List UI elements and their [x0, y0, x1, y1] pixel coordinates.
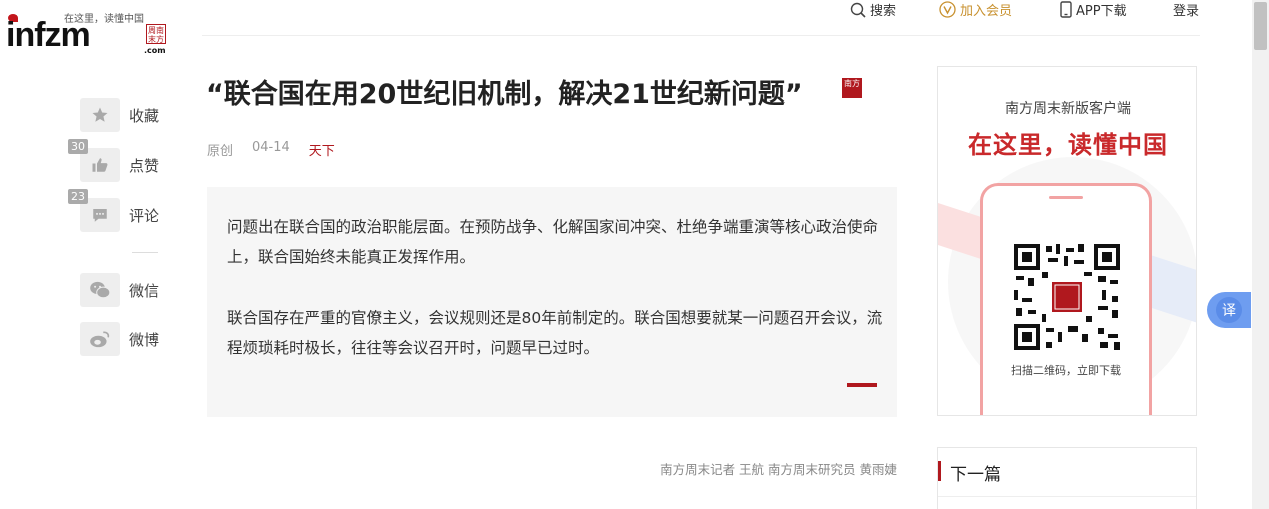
header-divider — [202, 35, 1200, 36]
comment-label: 评论 — [129, 206, 160, 225]
favorite-button[interactable]: 收藏 — [80, 98, 170, 132]
article-summary: 问题出在联合国的政治职能层面。在预防战争、化解国家间冲突、杜绝争端重演等核心政治… — [207, 187, 897, 417]
phone-speaker — [1049, 196, 1083, 199]
summary-accent-bar — [847, 383, 877, 387]
article-channel-tag[interactable]: 天下 — [309, 140, 335, 159]
login-label: 登录 — [1173, 4, 1200, 19]
translate-icon: 译 — [1216, 297, 1242, 323]
favorite-label: 收藏 — [129, 106, 160, 125]
ad-title: 南方周末新版客户端 — [1005, 101, 1131, 117]
logo-domain: .com — [144, 46, 166, 55]
search-icon — [850, 2, 866, 18]
thumbs-up-icon — [92, 158, 108, 172]
app-download-ad[interactable]: 南方周末新版客户端 在这里，读懂中国 扫描二维码，立即下载 — [937, 66, 1197, 416]
article-byline: 南方周末记者 王航 南方周末研究员 黄雨婕 — [660, 462, 897, 477]
share-divider — [132, 252, 158, 253]
qr-caption: 扫描二维码，立即下载 — [1011, 364, 1121, 377]
article-date: 04-14 — [252, 140, 290, 155]
app-label: APP下载 — [1076, 4, 1127, 19]
scrollbar-thumb[interactable] — [1254, 2, 1267, 50]
summary-paragraph: 问题出在联合国的政治职能层面。在预防战争、化解国家间冲突、杜绝争端重演等核心政治… — [227, 218, 879, 266]
weibo-icon — [90, 331, 110, 348]
article-origin: 原创 — [207, 144, 234, 159]
like-button[interactable]: 30 点赞 — [68, 139, 170, 182]
page-scrollbar[interactable] — [1252, 0, 1269, 509]
qr-code — [1012, 242, 1122, 352]
star-icon — [92, 107, 108, 122]
next-article-label: 下一篇 — [950, 465, 1001, 485]
weibo-label: 微博 — [129, 330, 160, 349]
title-stamp-icon: 南方 — [842, 78, 862, 98]
phone-frame: 扫描二维码，立即下载 — [980, 183, 1152, 415]
next-accent-bar — [938, 461, 941, 481]
star-icon-box — [80, 98, 120, 132]
like-count-badge: 30 — [68, 139, 88, 154]
wechat-share-button[interactable]: 微信 — [80, 273, 170, 307]
app-download-link[interactable]: APP下载 — [1060, 0, 1127, 19]
vip-label: 加入会员 — [960, 4, 1013, 19]
comment-count-badge: 23 — [68, 189, 88, 204]
next-article-panel[interactable]: 下一篇 — [937, 447, 1197, 509]
search-link[interactable]: 搜索 — [850, 0, 896, 19]
weibo-icon-box — [80, 322, 120, 356]
wechat-label: 微信 — [129, 281, 160, 300]
top-nav: 搜索 加入会员 APP下载 登录 — [0, 0, 1269, 20]
join-vip-link[interactable]: 加入会员 — [939, 0, 1012, 19]
article-meta: 原创 04-14 天下 — [207, 140, 335, 159]
comment-button[interactable]: 23 评论 — [68, 189, 170, 232]
translate-button[interactable]: 译 — [1207, 292, 1251, 328]
search-label: 搜索 — [870, 4, 897, 19]
logo-stamp: 周南末方 — [146, 24, 166, 44]
vip-icon — [939, 1, 956, 18]
wechat-icon-box — [80, 273, 120, 307]
comment-icon — [93, 209, 107, 222]
wechat-icon — [90, 281, 111, 299]
like-label: 点赞 — [129, 156, 160, 175]
phone-icon — [1060, 1, 1072, 18]
article-title: “联合国在用20世纪旧机制，解决21世纪新问题” — [206, 79, 803, 110]
next-divider — [938, 496, 1196, 497]
weibo-share-button[interactable]: 微博 — [80, 322, 170, 356]
login-link[interactable]: 登录 — [1173, 0, 1199, 19]
summary-paragraph: 联合国存在严重的官僚主义，会议规则还是80年前制定的。联合国想要就某一问题召开会… — [227, 309, 883, 357]
ad-slogan: 在这里，读懂中国 — [968, 130, 1168, 159]
